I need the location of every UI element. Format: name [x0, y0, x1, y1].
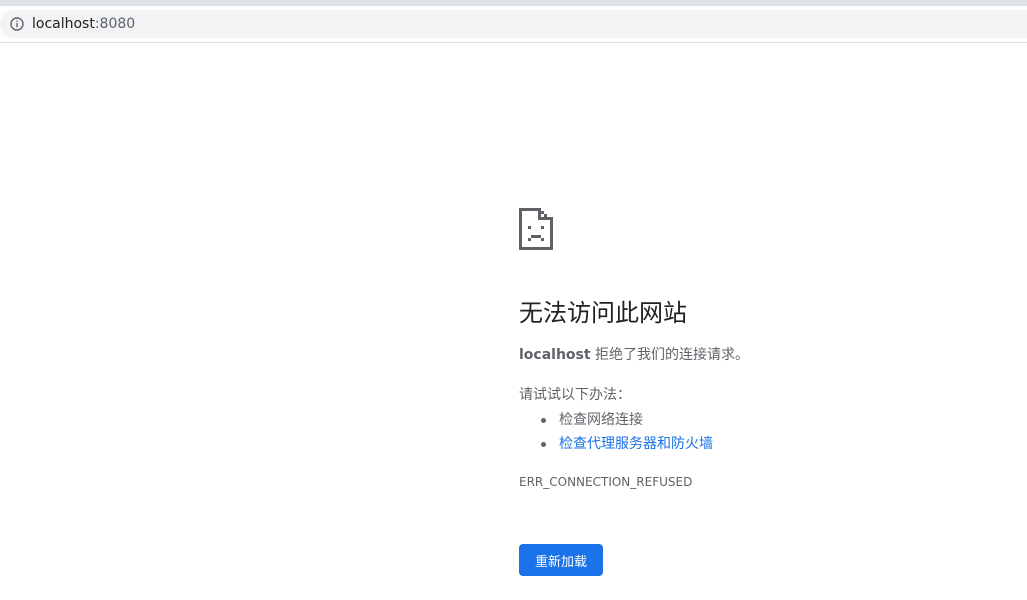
reload-button[interactable]: 重新加载	[519, 544, 603, 576]
error-host: localhost	[519, 347, 591, 363]
error-heading: 无法访问此网站	[519, 299, 687, 327]
suggestions-title: 请试试以下办法：	[519, 387, 631, 403]
error-summary: localhost 拒绝了我们的连接请求。	[519, 344, 749, 366]
info-icon[interactable]	[10, 17, 24, 31]
address-bar[interactable]: localhost:8080	[0, 10, 1027, 38]
check-proxy-link[interactable]: 检查代理服务器和防火墙	[559, 436, 713, 452]
error-message: 拒绝了我们的连接请求。	[590, 347, 750, 363]
suggestion-item: 检查网络连接	[519, 408, 713, 432]
url-host: localhost	[32, 16, 95, 32]
address-url[interactable]: localhost:8080	[32, 15, 135, 33]
url-port: :8080	[94, 16, 136, 32]
suggestion-item-proxy[interactable]: 检查代理服务器和防火墙	[519, 432, 713, 456]
error-code: ERR_CONNECTION_REFUSED	[519, 475, 693, 489]
browser-toolbar: localhost:8080	[0, 6, 1027, 43]
suggestions-list: 检查网络连接 检查代理服务器和防火墙	[519, 408, 713, 456]
sad-page-icon	[519, 208, 553, 250]
